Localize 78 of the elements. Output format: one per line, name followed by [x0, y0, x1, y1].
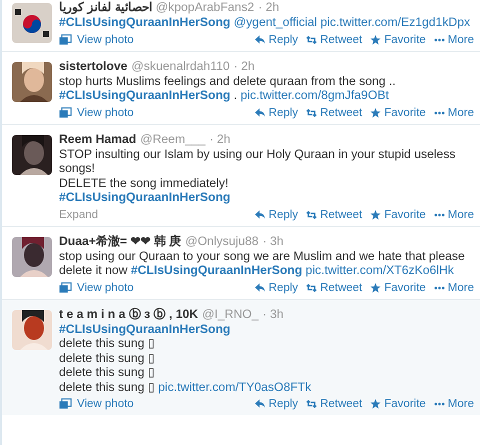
retweet-icon	[306, 399, 318, 409]
user-handle[interactable]: @Onlysuju88	[185, 234, 259, 248]
user-name[interactable]: sistertolove	[59, 58, 128, 72]
reply-button[interactable]: Reply	[254, 208, 298, 220]
tweet-text: delete this sung ▯	[59, 336, 156, 350]
tweet-text: delete this sung ▯ pic.twitter.com/TY0asO8FTk	[59, 380, 312, 394]
photo-icon	[59, 282, 72, 294]
star-icon	[370, 399, 382, 409]
photo-icon	[59, 106, 72, 118]
tweet-time[interactable]: · 2h	[258, 0, 280, 14]
tweet-link[interactable]: @ygent_official	[234, 15, 318, 29]
user-handle[interactable]: @Reem___	[140, 132, 206, 146]
tweet-text: stop using our Quraan to your song we are Muslim and we hate that please delete it now #CLIsUsingQuraanInHerSong pic.twitter.com/XT6zKo6lHk	[59, 248, 466, 278]
retweet-icon	[306, 34, 318, 44]
favorite-button[interactable]: Favorite	[370, 398, 426, 410]
retweet-button[interactable]: Retweet	[306, 106, 362, 118]
user-handle[interactable]: @skuenalrdah110	[131, 58, 230, 72]
reply-button[interactable]: Reply	[254, 282, 298, 294]
tweet-text: STOP insulting our Islam by using our Holy Quraan in your stupid useless songs!	[59, 146, 457, 176]
user-name[interactable]: Duaa+希澈= ❤❤ 韩 庚	[59, 234, 182, 248]
retweet-button[interactable]: Retweet	[306, 398, 362, 410]
reply-arrow-icon	[254, 282, 266, 292]
favorite-button[interactable]: Favorite	[370, 106, 426, 118]
reply-arrow-icon	[254, 399, 266, 409]
user-name[interactable]: Reem Hamad	[59, 132, 136, 146]
tweet-text: stop hurts Muslims feelings and delete quraan from the song ..	[59, 74, 397, 88]
star-icon	[370, 282, 382, 292]
view-photo-link[interactable]: View photo	[59, 34, 134, 46]
more-button[interactable]: More	[434, 34, 474, 46]
more-button[interactable]: More	[434, 282, 474, 294]
retweet-button[interactable]: Retweet	[306, 208, 362, 220]
more-button[interactable]: More	[434, 208, 474, 220]
tweet-time[interactable]: · 2h	[209, 132, 230, 146]
hashtag-link[interactable]: #CLIsUsingQuraanInHerSong	[59, 190, 230, 204]
retweet-icon	[306, 108, 318, 118]
favorite-button[interactable]: Favorite	[370, 208, 426, 220]
reply-button[interactable]: Reply	[254, 34, 298, 46]
tweet-link[interactable]: pic.twitter.com/TY0asO8FTk	[158, 380, 312, 394]
star-icon	[370, 108, 382, 118]
reply-button[interactable]: Reply	[254, 398, 298, 410]
tweet-text: delete this sung ▯	[59, 350, 156, 365]
tweet-link[interactable]: pic.twitter.com/XT6zKo6lHk	[306, 263, 454, 277]
view-photo-link[interactable]: View photo	[59, 398, 134, 410]
photo-icon	[59, 34, 72, 46]
reply-arrow-icon	[254, 34, 266, 44]
hashtag-link[interactable]: #CLIsUsingQuraanInHerSong	[59, 88, 230, 102]
tweet-time[interactable]: · 3h	[262, 234, 284, 248]
reply-button[interactable]: Reply	[254, 106, 298, 118]
tweet-link[interactable]: pic.twitter.com/Ez1gd1kDpx	[320, 15, 470, 29]
photo-icon	[59, 398, 72, 410]
tweet-text: DELETE the song immediately!	[59, 176, 230, 190]
reply-arrow-icon	[254, 108, 266, 118]
expand-link[interactable]: Expand	[59, 208, 98, 220]
user-handle[interactable]: @I_RNO_	[202, 306, 259, 320]
tweet-time[interactable]: · 2h	[234, 58, 255, 72]
hashtag-link[interactable]: #CLIsUsingQuraanInHerSong	[59, 15, 230, 29]
star-icon	[370, 34, 382, 44]
tweet-text: delete this sung ▯	[59, 365, 156, 380]
tweet-time[interactable]: · 3h	[262, 306, 284, 320]
user-name[interactable]: احصائية لفانز كوريا	[59, 0, 152, 14]
favorite-button[interactable]: Favorite	[370, 34, 426, 46]
retweet-icon	[306, 210, 318, 220]
favorite-button[interactable]: Favorite	[370, 282, 426, 294]
user-handle[interactable]: @kpopArabFans2	[156, 0, 254, 14]
tweet-link[interactable]: pic.twitter.com/8gmJfa9OBt	[240, 88, 389, 102]
more-button[interactable]: More	[434, 106, 474, 118]
reply-arrow-icon	[254, 210, 266, 220]
tweet-text: #CLIsUsingQuraanInHerSong . pic.twitter.com/8gmJfa9OBt	[59, 88, 390, 102]
user-name[interactable]: t e a m i n a ⓑ ɜ ⓑ , 10K	[59, 306, 198, 320]
retweet-button[interactable]: Retweet	[306, 282, 362, 294]
retweet-button[interactable]: Retweet	[306, 34, 362, 46]
star-icon	[370, 210, 382, 220]
retweet-icon	[306, 282, 318, 292]
view-photo-link[interactable]: View photo	[59, 106, 134, 118]
hashtag-link[interactable]: #CLIsUsingQuraanInHerSong	[59, 322, 230, 336]
hashtag-link[interactable]: #CLIsUsingQuraanInHerSong	[130, 263, 302, 277]
view-photo-link[interactable]: View photo	[59, 282, 134, 294]
more-button[interactable]: More	[434, 398, 474, 410]
